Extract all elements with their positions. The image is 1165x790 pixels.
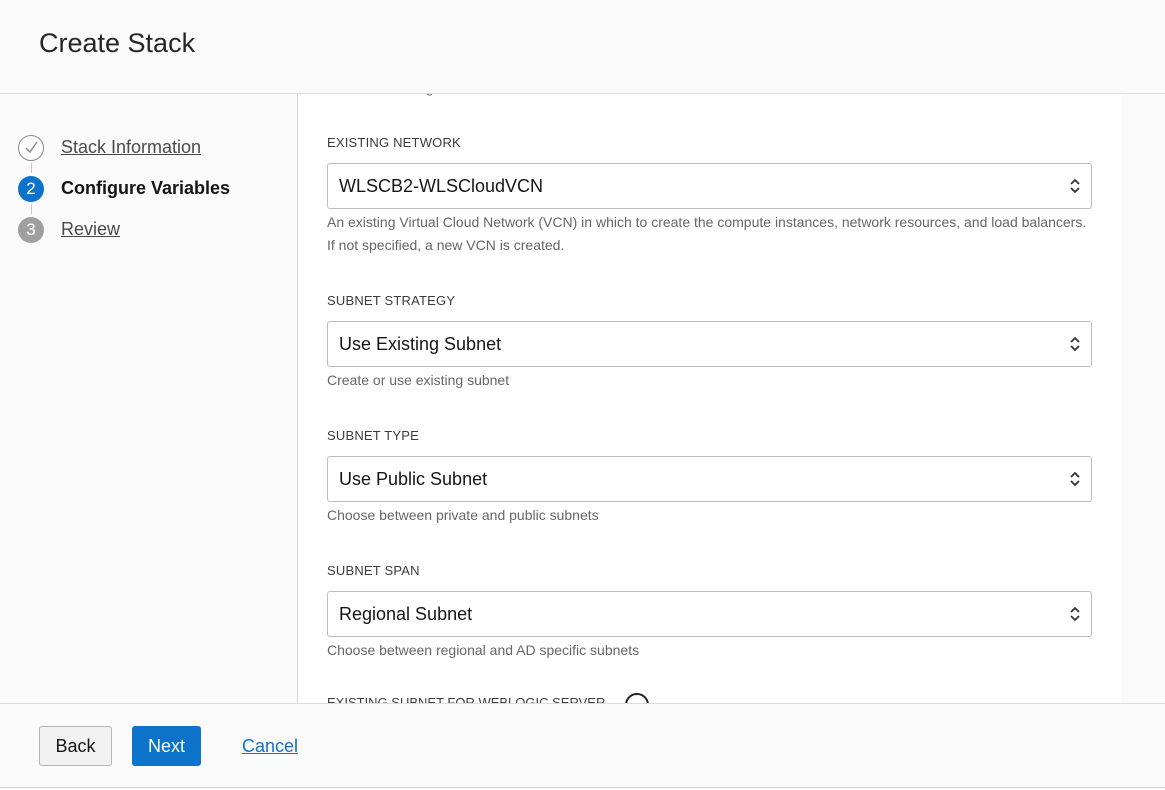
subnet-span-help: Choose between regional and AD specific … — [327, 642, 640, 658]
select-value: Use Public Subnet — [339, 469, 488, 489]
clipped-text: g — [426, 94, 433, 96]
subnet-strategy-help: Create or use existing subnet — [327, 372, 510, 388]
step-configure-variables: 2 Configure Variables — [18, 176, 288, 204]
existing-network-select[interactable]: WLSCB2-WLSCloudVCN — [327, 163, 1092, 209]
step-stack-information[interactable]: Stack Information — [18, 135, 288, 163]
form-panel: g EXISTING NETWORK WLSCB2-WLSCloudVCN An… — [297, 94, 1123, 703]
subnet-span-label: SUBNET SPAN — [327, 563, 420, 578]
checkmark-icon — [18, 135, 44, 161]
step-review[interactable]: 3 Review — [18, 217, 288, 245]
step-number: 3 — [18, 217, 44, 243]
updown-chevron-icon — [1070, 178, 1080, 194]
cancel-link[interactable]: Cancel — [242, 736, 298, 757]
page-header: Create Stack — [0, 0, 1165, 94]
select-value: Regional Subnet — [339, 604, 473, 624]
step-connector — [31, 163, 32, 173]
existing-subnet-label: EXISTING SUBNET FOR WEBLOGIC SERVER — [327, 695, 606, 703]
updown-chevron-icon — [1070, 606, 1080, 622]
subnet-strategy-label: SUBNET STRATEGY — [327, 293, 456, 308]
subnet-type-help: Choose between private and public subnet… — [327, 507, 599, 523]
back-button[interactable]: Back — [39, 726, 112, 766]
page-title: Create Stack — [39, 28, 196, 58]
step-connector — [31, 204, 32, 214]
existing-network-label: EXISTING NETWORK — [327, 135, 461, 150]
updown-chevron-icon — [1070, 471, 1080, 487]
step-number: 2 — [18, 176, 44, 202]
subnet-strategy-select[interactable]: Use Existing Subnet — [327, 321, 1092, 367]
existing-network-help: An existing Virtual Cloud Network (VCN) … — [327, 214, 1087, 253]
step-label[interactable]: Review — [61, 219, 120, 240]
step-label: Configure Variables — [61, 178, 231, 198]
next-button[interactable]: Next — [132, 726, 201, 766]
subnet-type-label: SUBNET TYPE — [327, 428, 420, 443]
select-value: Use Existing Subnet — [339, 334, 502, 354]
right-gutter — [1122, 94, 1165, 703]
subnet-span-select[interactable]: Regional Subnet — [327, 591, 1092, 637]
subnet-type-select[interactable]: Use Public Subnet — [327, 456, 1092, 502]
updown-chevron-icon — [1070, 336, 1080, 352]
wizard-footer: Back Next Cancel — [0, 703, 1165, 788]
wizard-steps: Stack Information 2 Configure Variables … — [0, 94, 297, 703]
select-value: WLSCB2-WLSCloudVCN — [339, 176, 544, 196]
step-label[interactable]: Stack Information — [61, 137, 201, 158]
info-icon[interactable] — [625, 693, 649, 703]
